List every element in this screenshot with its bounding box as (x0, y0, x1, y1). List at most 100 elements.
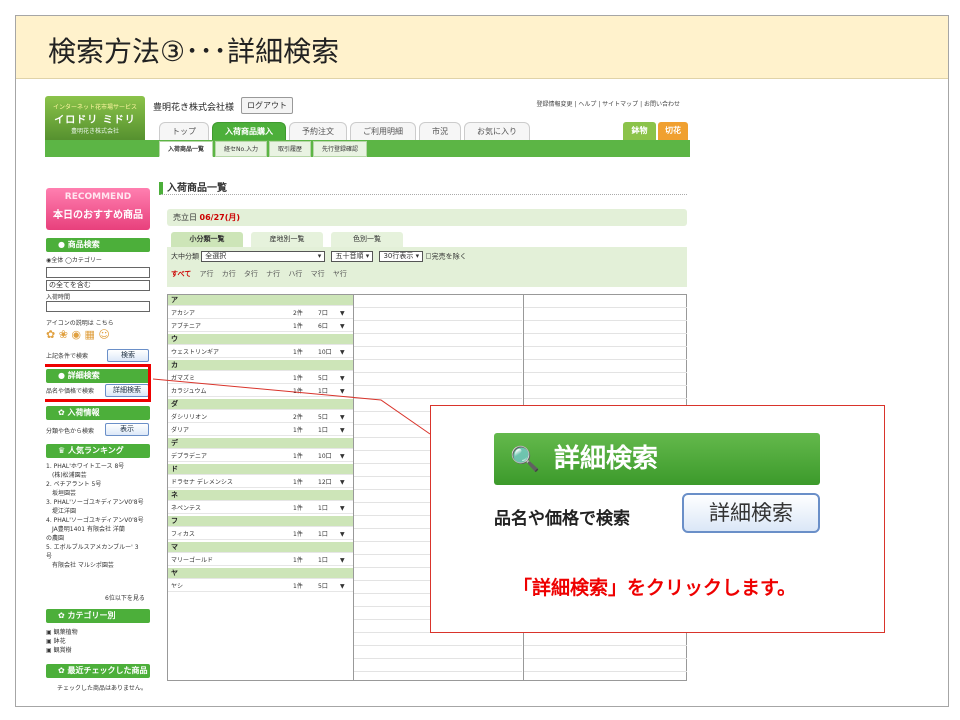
expand-arrow-icon[interactable]: ▼ (340, 425, 345, 436)
scope-radio[interactable]: ◉全体 ◯カテゴリー (46, 255, 102, 264)
category-select[interactable]: 全選択 ▾ (201, 251, 326, 262)
ranking-line: 堤江洋園 (46, 508, 77, 515)
list-item[interactable]: フィカス 1件 1口 ▼ (168, 529, 353, 540)
sort-select[interactable]: 五十音順 ▾ (331, 251, 374, 262)
ranking-line[interactable]: 3. PHAL'ソーゴユキディアンV0'8号 (46, 498, 152, 507)
expand-arrow-icon[interactable]: ▼ (340, 373, 345, 384)
subtab-pre-registration[interactable]: 先行登録確認 (313, 141, 368, 157)
logo-tagline: インターネット花市場サービス (52, 104, 137, 111)
grid-line (524, 346, 687, 347)
expand-arrow-icon[interactable]: ▼ (340, 529, 345, 540)
item-count: 1件 (293, 583, 303, 590)
list-item[interactable]: ドラセナ デレメンシス 1件 12口 ▼ (168, 477, 353, 488)
tab-color[interactable]: 色別一覧 (331, 232, 403, 247)
item-name[interactable]: フィカス (171, 531, 195, 538)
top-links[interactable]: 登録情報変更 | ヘルプ | サイトマップ | お問い合わせ (536, 99, 680, 108)
logo-name: イロドリ ミドリ (54, 115, 136, 126)
item-name[interactable]: ダリア (171, 427, 189, 434)
subtab-arrival-list[interactable]: 入荷商品一覧 (159, 141, 214, 157)
ranking-line[interactable]: 2. ペチアラント 5号 (46, 480, 152, 489)
ranking-list[interactable]: 1. PHAL'ホワイトエース 8号 (株)松浦園芸 2. ペチアラント 5号 … (46, 462, 152, 570)
list-item[interactable]: デプラデニア 1件 10口 ▼ (168, 451, 353, 462)
ranking-line[interactable]: 1. PHAL'ホワイトエース 8号 (46, 462, 152, 471)
list-group-header: マ (168, 542, 353, 553)
kana-filter[interactable]: すべて ア行 カ行 タ行 ナ行 ハ行 マ行 ヤ行 (171, 269, 347, 279)
list-item[interactable]: アカシア 2件 7口 ▼ (168, 308, 353, 319)
logout-button[interactable]: ログアウト (241, 97, 293, 114)
more-ranking-link[interactable]: 6位以下を見る (105, 593, 145, 602)
item-name[interactable]: ガマズミ (171, 375, 195, 382)
list-group-header: ヤ (168, 568, 353, 579)
tab-statement[interactable]: ご利用明細 (350, 122, 416, 140)
expand-arrow-icon[interactable]: ▼ (340, 308, 345, 319)
ranking-line[interactable]: 4. PHAL'ソーゴユキディアンV0'8号 (46, 516, 152, 525)
item-name[interactable]: デプラデニア (171, 453, 207, 460)
item-name[interactable]: ダシリリオン (171, 414, 207, 421)
list-item[interactable]: マリーゴールド 1件 1口 ▼ (168, 555, 353, 566)
category-item[interactable]: ▣ 観賞樹 (46, 646, 152, 655)
recommend-banner[interactable]: RECOMMEND 本日のおすすめ商品 (46, 188, 150, 230)
subtab-history[interactable]: 取引履歴 (268, 141, 311, 157)
show-button[interactable]: 表示 (105, 423, 149, 436)
list-item[interactable]: ダシリリオン 2件 5口 ▼ (168, 412, 353, 423)
tab-cut-flowers[interactable]: 切花 (658, 122, 688, 140)
tab-origin[interactable]: 産地別一覧 (251, 232, 323, 247)
list-item[interactable]: ダリア 1件 1口 ▼ (168, 425, 353, 436)
tab-top[interactable]: トップ (159, 122, 209, 140)
item-qty: 5口 (318, 583, 328, 590)
kana-rows[interactable]: ア行 カ行 タ行 ナ行 ハ行 マ行 ヤ行 (199, 270, 346, 278)
item-count: 2件 (293, 414, 303, 421)
expand-arrow-icon[interactable]: ▼ (340, 321, 345, 332)
keyword-input[interactable] (46, 267, 150, 278)
grid-line (354, 645, 522, 646)
callout-detail-header: 🔍 詳細検索 (494, 433, 820, 485)
match-select[interactable]: の全てを含む (46, 280, 150, 291)
arrival-info-label: 入荷情報 (67, 408, 100, 417)
rows-select[interactable]: 30行表示 ▾ (379, 251, 424, 262)
item-name[interactable]: ヤシ (171, 583, 183, 590)
expand-arrow-icon[interactable]: ▼ (340, 477, 345, 488)
tab-market[interactable]: 市況 (419, 122, 461, 140)
item-name[interactable]: マリーゴールド (171, 557, 213, 564)
category-item[interactable]: ▣ 観葉植物 (46, 628, 152, 637)
list-item[interactable]: ネペンテス 1件 1口 ▼ (168, 503, 353, 514)
item-name[interactable]: ウェストリンギア (171, 349, 219, 356)
site-logo[interactable]: インターネット花市場サービス イロドリ ミドリ 豊明花き株式会社 (45, 96, 145, 146)
icon-note[interactable]: アイコンの説明は こちら (46, 318, 114, 327)
grid-line (354, 658, 522, 659)
search-button[interactable]: 検索 (107, 349, 149, 362)
item-name[interactable]: カラジュウム (171, 388, 206, 395)
item-qty: 10口 (318, 453, 332, 460)
tab-arrival-purchase[interactable]: 入荷商品購入 (212, 122, 286, 140)
expand-arrow-icon[interactable]: ▼ (340, 347, 345, 358)
grid-line (354, 346, 522, 347)
list-item[interactable]: ヤシ 1件 5口 ▼ (168, 581, 353, 592)
item-name[interactable]: ドラセナ デレメンシス (171, 479, 233, 486)
list-item[interactable]: ウェストリンギア 1件 10口 ▼ (168, 347, 353, 358)
category-item[interactable]: ▣ 鉢花 (46, 637, 152, 646)
list-item[interactable]: カラジュウム 1件 1口 ▼ (168, 386, 353, 397)
tab-potted[interactable]: 鉢物 (623, 122, 656, 140)
subtab-number-input[interactable]: 経セNo.入力 (215, 141, 267, 157)
item-name[interactable]: アブチニア (171, 323, 201, 330)
tab-favorites[interactable]: お気に入り (464, 122, 530, 140)
expand-arrow-icon[interactable]: ▼ (340, 503, 345, 514)
product-search-header: ● 商品検索 (46, 238, 150, 252)
tab-reservation[interactable]: 予約注文 (289, 122, 347, 140)
tab-subcategory[interactable]: 小分類一覧 (171, 232, 243, 247)
callout-detail-button[interactable]: 詳細検索 (682, 493, 820, 533)
expand-arrow-icon[interactable]: ▼ (340, 581, 345, 592)
expand-arrow-icon[interactable]: ▼ (340, 555, 345, 566)
expand-arrow-icon[interactable]: ▼ (340, 451, 345, 462)
kana-all[interactable]: すべて (171, 270, 191, 278)
item-name[interactable]: アカシア (171, 310, 195, 317)
list-item[interactable]: ガマズミ 1件 5口 ▼ (168, 373, 353, 384)
recent-header: ✿ 最近チェックした商品 (46, 664, 150, 678)
item-name[interactable]: ネペンテス (171, 505, 201, 512)
list-item[interactable]: アブチニア 1件 6口 ▼ (168, 321, 353, 332)
ranking-line[interactable]: 5. エボルブルスアメカンブルー' 3 (46, 543, 152, 552)
expand-arrow-icon[interactable]: ▼ (340, 412, 345, 423)
list-group-header: フ (168, 516, 353, 527)
expand-arrow-icon[interactable]: ▼ (340, 386, 345, 397)
arrival-time-select[interactable] (46, 301, 150, 312)
